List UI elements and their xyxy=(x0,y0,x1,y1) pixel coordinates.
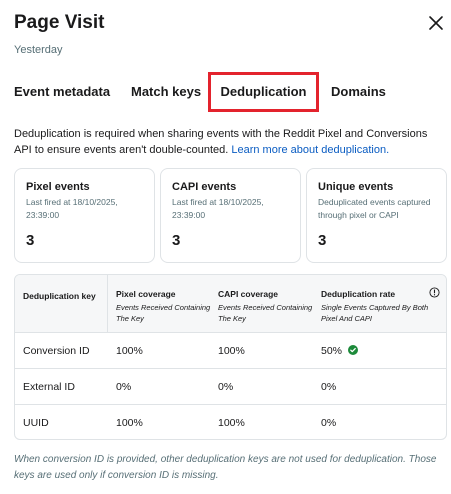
column-header-label: CAPI coverage xyxy=(218,289,278,299)
cell-dedup-rate: 0% xyxy=(321,417,337,429)
cell-dedup-rate: 0% xyxy=(321,381,337,393)
card-title: Pixel events xyxy=(26,181,90,193)
info-icon[interactable] xyxy=(429,287,440,298)
card-title: Unique events xyxy=(318,181,394,193)
page-subtitle: Yesterday xyxy=(14,44,63,56)
cell-pixel-coverage: 100% xyxy=(116,417,143,429)
column-header-pixel: Pixel coverage Events Received Containin… xyxy=(116,289,211,324)
deduplication-table: Deduplication key Pixel coverage Events … xyxy=(14,274,447,440)
close-icon xyxy=(429,16,443,30)
check-circle-icon xyxy=(347,345,358,356)
page-title: Page Visit xyxy=(14,12,105,33)
footnote: When conversion ID is provided, other de… xyxy=(14,454,437,481)
cell-capi-coverage: 100% xyxy=(218,345,245,357)
column-header-capi: CAPI coverage Events Received Containing… xyxy=(218,289,313,324)
tab-event-metadata[interactable]: Event metadata xyxy=(14,78,110,106)
card-value: 3 xyxy=(318,232,327,249)
tab-domains[interactable]: Domains xyxy=(331,78,386,106)
cell-dedup-rate: 50% xyxy=(321,333,358,369)
close-button[interactable] xyxy=(425,12,447,34)
column-header-label: Deduplication rate xyxy=(321,289,396,299)
column-header-subtext: Single Events Captured By Both Pixel And… xyxy=(321,303,429,323)
description: Deduplication is required when sharing e… xyxy=(14,126,444,158)
column-header-rate: Deduplication rate Single Events Capture… xyxy=(321,289,439,324)
column-header-label: Deduplication key xyxy=(23,291,96,301)
cell-capi-coverage: 100% xyxy=(218,417,245,429)
column-header-subtext: Events Received Containing The Key xyxy=(218,303,313,323)
table-row: External ID 0% 0% 0% xyxy=(15,369,446,405)
card-subtext: Last fired at 18/10/2025, 23:39:00 xyxy=(26,197,118,220)
cell-pixel-coverage: 100% xyxy=(116,345,143,357)
card-subtext: Last fired at 18/10/2025, 23:39:00 xyxy=(172,197,264,220)
column-header-subtext: Events Received Containing The Key xyxy=(116,303,211,323)
card-title: CAPI events xyxy=(172,181,237,193)
cell-pixel-coverage: 0% xyxy=(116,381,132,393)
cell-key: External ID xyxy=(23,381,75,393)
table-row: Conversion ID 100% 100% 50% xyxy=(15,333,446,369)
tab-bar: Event metadata Match keys Deduplication … xyxy=(14,72,444,112)
pixel-events-card: Pixel events Last fired at 18/10/2025, 2… xyxy=(14,168,155,263)
tab-match-keys[interactable]: Match keys xyxy=(131,78,201,106)
tab-deduplication[interactable]: Deduplication xyxy=(208,72,319,112)
dedup-rate-value: 50% xyxy=(321,345,343,357)
column-divider xyxy=(107,275,108,333)
card-subtext: Deduplicated events captured through pix… xyxy=(318,197,431,220)
column-header-label: Pixel coverage xyxy=(116,289,176,299)
cell-key: Conversion ID xyxy=(23,345,90,357)
column-header-key: Deduplication key xyxy=(23,291,96,301)
capi-events-card: CAPI events Last fired at 18/10/2025, 23… xyxy=(160,168,301,263)
card-value: 3 xyxy=(26,232,35,249)
table-row: UUID 100% 100% 0% xyxy=(15,405,446,439)
table-header: Deduplication key Pixel coverage Events … xyxy=(15,275,446,333)
cell-capi-coverage: 0% xyxy=(218,381,234,393)
unique-events-card: Unique events Deduplicated events captur… xyxy=(306,168,447,263)
card-value: 3 xyxy=(172,232,181,249)
cell-key: UUID xyxy=(23,417,49,429)
learn-more-link[interactable]: Learn more about deduplication. xyxy=(231,144,389,156)
